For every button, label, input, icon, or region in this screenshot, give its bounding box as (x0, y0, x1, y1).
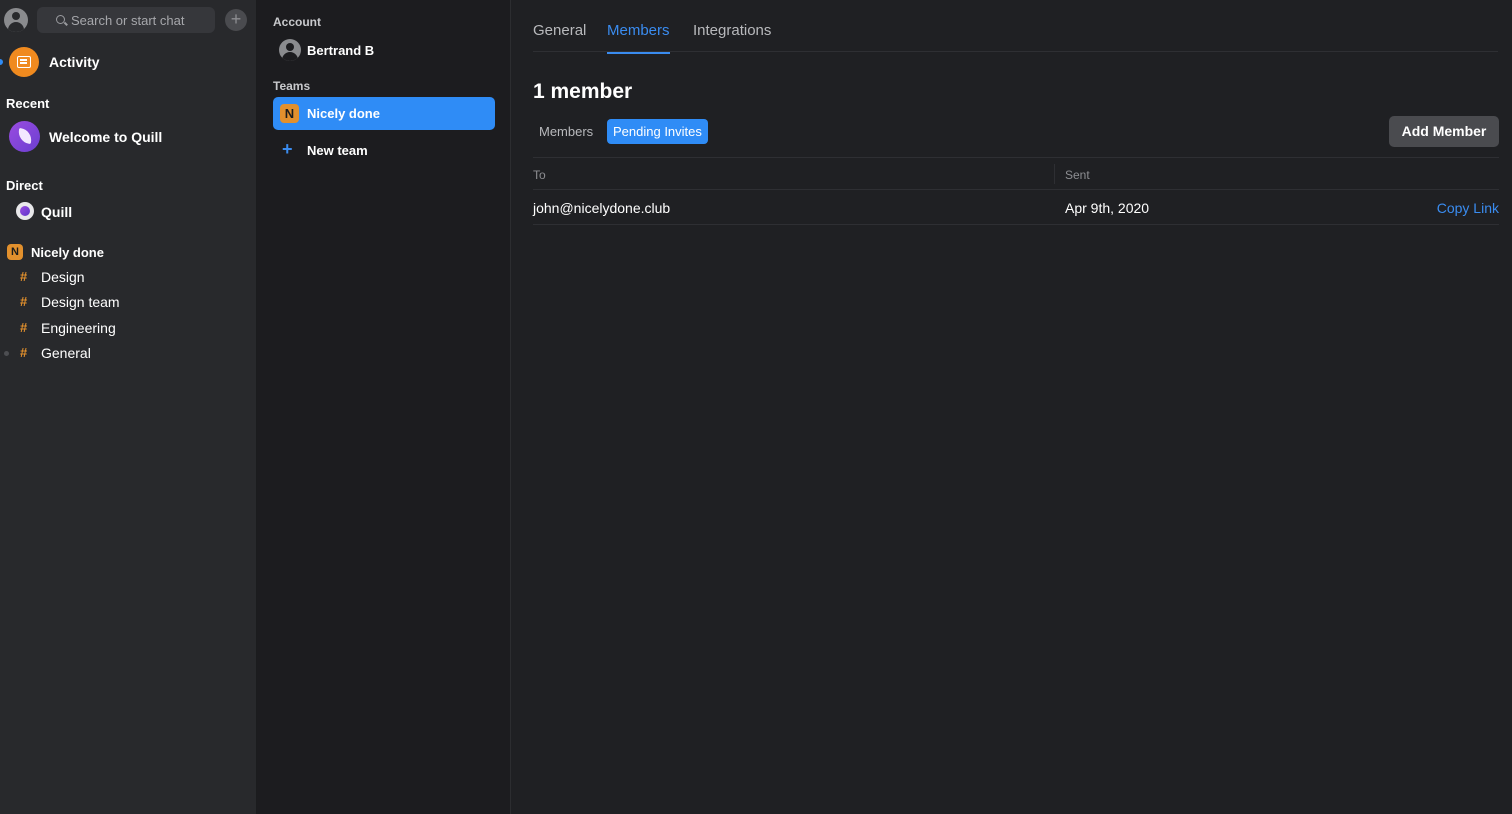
invite-sent-date: Apr 9th, 2020 (1065, 200, 1150, 216)
main-content: General Members Integrations 1 member Me… (512, 0, 1512, 814)
channel-item-design[interactable]: # Design (0, 266, 256, 288)
unread-indicator (0, 59, 3, 65)
team-name: Nicely done (31, 245, 104, 260)
channel-item-general[interactable]: # General (0, 342, 256, 364)
avatar-icon (279, 39, 301, 61)
sidebar-item-label: Activity (49, 54, 100, 70)
channel-label: Engineering (41, 320, 116, 336)
hash-icon: # (20, 269, 28, 284)
hash-icon: # (20, 345, 28, 360)
search-placeholder: Search or start chat (71, 12, 185, 28)
add-member-button[interactable]: Add Member (1389, 116, 1499, 147)
team-badge-icon: N (7, 244, 23, 260)
account-name: Bertrand B (307, 43, 375, 58)
table-row: john@nicelydone.club Apr 9th, 2020 Copy … (533, 190, 1499, 225)
tab-integrations[interactable]: Integrations (693, 22, 771, 52)
page-title: 1 member (533, 80, 633, 103)
quill-avatar-icon (16, 202, 34, 220)
quill-logo-icon (9, 121, 40, 152)
team-item-nicely-done[interactable]: N Nicely done (273, 97, 495, 130)
account-heading: Account (273, 15, 321, 29)
plus-icon: + (282, 139, 293, 159)
recent-heading: Recent (6, 96, 50, 111)
sidebar-item-label: Quill (41, 204, 73, 220)
invites-table: To Sent john@nicelydone.club Apr 9th, 20… (533, 157, 1499, 225)
team-badge-icon: N (280, 104, 299, 123)
channel-label: Design (41, 269, 85, 285)
new-chat-button[interactable]: + (225, 9, 247, 31)
channel-item-engineering[interactable]: # Engineering (0, 317, 256, 339)
sidebar: Search or start chat + Activity Recent W… (0, 0, 257, 814)
team-item-label: Nicely done (307, 106, 380, 121)
column-header-to: To (533, 168, 546, 182)
account-item[interactable]: Bertrand B (273, 38, 495, 62)
sidebar-item-activity[interactable]: Activity (0, 46, 256, 78)
channel-indicator (4, 351, 9, 356)
new-team-button[interactable]: + New team (273, 139, 495, 161)
hash-icon: # (20, 294, 28, 309)
direct-heading: Direct (6, 178, 43, 193)
column-header-sent: Sent (1065, 168, 1090, 182)
sidebar-item-label: Welcome to Quill (49, 129, 163, 145)
sidebar-item-quill[interactable]: Quill (0, 200, 256, 222)
inbox-icon (9, 47, 39, 77)
tab-bar: General Members Integrations (533, 0, 1498, 54)
search-input[interactable]: Search or start chat (37, 7, 215, 33)
sidebar-item-welcome-to-quill[interactable]: Welcome to Quill (0, 120, 256, 154)
hash-icon: # (20, 320, 28, 335)
tab-members[interactable]: Members (607, 22, 670, 54)
channel-item-design-team[interactable]: # Design team (0, 291, 256, 313)
copy-link-button[interactable]: Copy Link (1437, 200, 1499, 216)
sidebar-team-nicely-done[interactable]: N Nicely done (0, 242, 256, 262)
column-divider (1054, 164, 1055, 184)
search-icon (56, 15, 65, 24)
user-avatar-icon[interactable] (4, 8, 28, 32)
subtab-pending-invites[interactable]: Pending Invites (607, 119, 708, 144)
new-team-label: New team (307, 143, 368, 158)
channel-label: General (41, 345, 91, 361)
table-header: To Sent (533, 157, 1499, 190)
settings-nav: Account Bertrand B Teams N Nicely done +… (257, 0, 511, 814)
teams-heading: Teams (273, 79, 311, 93)
channel-label: Design team (41, 294, 120, 310)
invite-email: john@nicelydone.club (533, 200, 671, 216)
sidebar-top-bar: Search or start chat + (3, 6, 250, 34)
subtab-members[interactable]: Members (533, 119, 599, 144)
tab-general[interactable]: General (533, 22, 586, 52)
